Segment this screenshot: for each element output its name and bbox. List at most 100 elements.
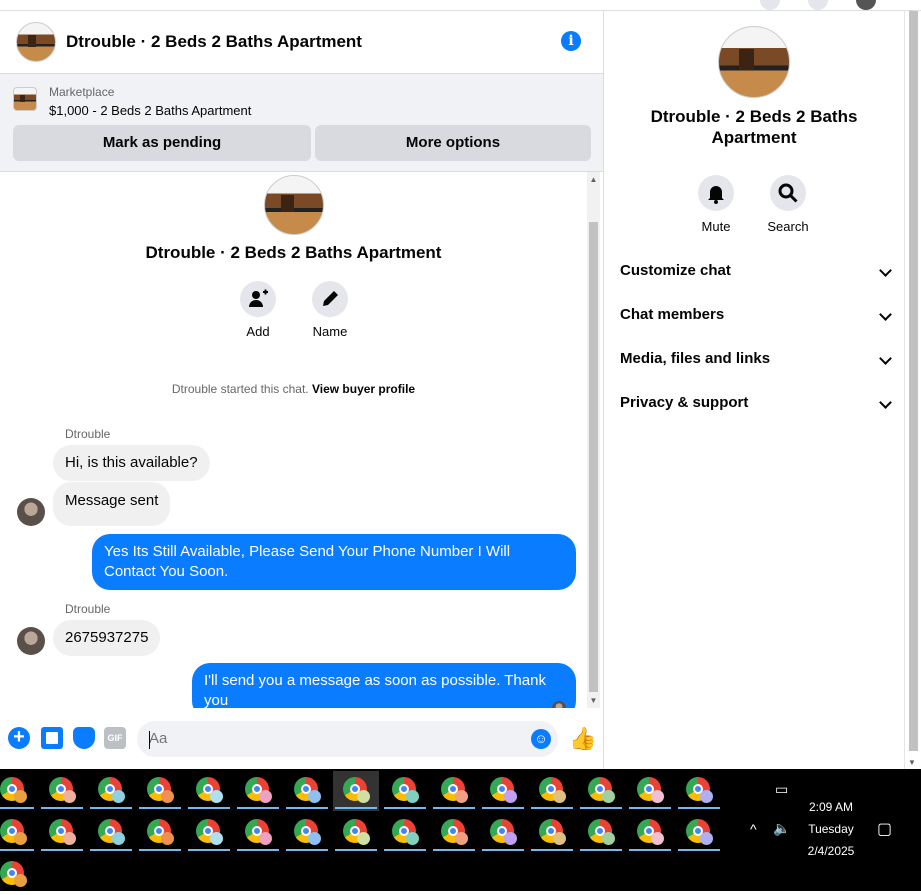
profile-icon[interactable] bbox=[856, 0, 876, 10]
message-bubble[interactable]: I'll send you a message as soon as possi… bbox=[192, 663, 576, 708]
profile-badge-icon bbox=[455, 832, 468, 845]
mark-as-pending-button[interactable]: Mark as pending bbox=[13, 125, 311, 161]
scroll-down-icon[interactable]: ▼ bbox=[589, 696, 598, 705]
chrome-taskbar-icon[interactable] bbox=[186, 813, 232, 853]
chrome-taskbar-icon[interactable] bbox=[39, 813, 85, 853]
view-buyer-profile-link[interactable]: View buyer profile bbox=[312, 382, 415, 396]
details-title: Dtrouble · 2 Beds 2 Baths Apartment bbox=[650, 107, 858, 147]
chrome-taskbar-icon[interactable] bbox=[627, 771, 673, 811]
chrome-taskbar-icon[interactable] bbox=[431, 771, 477, 811]
menu-customize-chat[interactable]: Customize chat bbox=[620, 262, 892, 284]
chrome-taskbar-icon[interactable] bbox=[333, 771, 379, 811]
add-people-button[interactable]: Add bbox=[228, 281, 288, 339]
listing-thumbnail[interactable] bbox=[13, 87, 37, 111]
running-indicator bbox=[237, 807, 279, 809]
chrome-taskbar-icon[interactable] bbox=[137, 813, 183, 853]
message-bubble[interactable]: 2675937275 bbox=[53, 620, 161, 656]
chrome-taskbar-icon[interactable] bbox=[88, 813, 134, 853]
scroll-down-icon[interactable]: ▼ bbox=[908, 758, 916, 767]
clock-time[interactable]: 2:09 AM bbox=[796, 800, 866, 814]
chrome-taskbar-icon[interactable] bbox=[284, 771, 330, 811]
top-avatar-icon[interactable] bbox=[808, 0, 828, 10]
chrome-taskbar-icon[interactable] bbox=[529, 771, 575, 811]
plus-icon[interactable]: + bbox=[8, 727, 30, 749]
notification-icon[interactable]: ▢ bbox=[877, 819, 892, 839]
info-icon[interactable]: i bbox=[561, 31, 581, 51]
menu-label: Chat members bbox=[620, 306, 725, 323]
chrome-taskbar-icon[interactable] bbox=[578, 771, 624, 811]
chrome-taskbar-icon[interactable] bbox=[382, 813, 428, 853]
running-indicator bbox=[90, 849, 132, 851]
clock-date[interactable]: 2/4/2025 bbox=[796, 844, 866, 858]
chrome-taskbar-icon[interactable] bbox=[235, 771, 281, 811]
message-input[interactable] bbox=[137, 721, 558, 757]
listing-avatar[interactable] bbox=[16, 22, 56, 62]
sender-avatar[interactable] bbox=[17, 498, 45, 526]
chrome-taskbar-icon[interactable] bbox=[235, 813, 281, 853]
menu-label: Privacy & support bbox=[620, 394, 749, 411]
thumbs-up-icon[interactable]: 👍 bbox=[569, 726, 596, 752]
chat-title[interactable]: Dtrouble · 2 Beds 2 Baths Apartment bbox=[66, 32, 362, 52]
chrome-taskbar-icon[interactable] bbox=[529, 813, 575, 853]
menu-media-files-links[interactable]: Media, files and links bbox=[620, 350, 892, 372]
search-button[interactable]: Search bbox=[758, 175, 818, 234]
running-indicator bbox=[0, 807, 34, 809]
chrome-taskbar-icon[interactable] bbox=[431, 813, 477, 853]
chrome-taskbar-icon[interactable] bbox=[676, 813, 722, 853]
emoji-icon[interactable]: ☺ bbox=[531, 729, 551, 749]
chrome-taskbar-icon[interactable] bbox=[382, 771, 428, 811]
profile-badge-icon bbox=[455, 790, 468, 803]
chrome-taskbar-icon[interactable] bbox=[186, 771, 232, 811]
running-indicator bbox=[433, 807, 475, 809]
mute-button[interactable]: Mute bbox=[686, 175, 746, 234]
chevron-up-icon[interactable]: ^ bbox=[750, 821, 757, 837]
scroll-thumb[interactable] bbox=[589, 222, 598, 692]
message-scrollbar[interactable]: ▲ ▼ bbox=[587, 172, 600, 708]
profile-badge-icon bbox=[602, 832, 615, 845]
chrome-taskbar-icon[interactable] bbox=[480, 813, 526, 853]
menu-chat-members[interactable]: Chat members bbox=[620, 306, 892, 328]
chrome-taskbar-icon[interactable] bbox=[0, 855, 36, 895]
running-indicator bbox=[433, 849, 475, 851]
chrome-taskbar-icon[interactable] bbox=[39, 771, 85, 811]
chrome-taskbar-icon[interactable] bbox=[0, 771, 36, 811]
chat-started-notice: Dtrouble started this chat. View buyer p… bbox=[0, 382, 587, 396]
message-bubble[interactable]: Yes Its Still Available, Please Send You… bbox=[92, 534, 576, 590]
listing-summary[interactable]: $1,000 - 2 Beds 2 Baths Apartment bbox=[49, 103, 251, 118]
volume-icon[interactable]: 🔈 bbox=[773, 820, 790, 837]
network-icon[interactable]: ▭ bbox=[775, 781, 788, 798]
chrome-taskbar-icon[interactable] bbox=[480, 771, 526, 811]
profile-badge-icon bbox=[602, 790, 615, 803]
photo-icon[interactable] bbox=[41, 727, 63, 749]
page-scrollbar[interactable]: ▼ bbox=[904, 11, 921, 769]
profile-badge-icon bbox=[357, 790, 370, 803]
gif-icon[interactable]: GIF bbox=[104, 727, 126, 749]
running-indicator bbox=[335, 849, 377, 851]
top-avatar-icon[interactable] bbox=[760, 0, 780, 10]
sticker-icon[interactable] bbox=[73, 727, 95, 749]
page-scroll-thumb[interactable] bbox=[909, 11, 918, 751]
clock-day[interactable]: Tuesday bbox=[796, 822, 866, 836]
add-person-icon bbox=[240, 281, 276, 317]
sender-avatar[interactable] bbox=[17, 627, 45, 655]
name-chat-button[interactable]: Name bbox=[300, 281, 360, 339]
chrome-taskbar-icon[interactable] bbox=[627, 813, 673, 853]
profile-badge-icon bbox=[14, 874, 27, 887]
details-avatar[interactable] bbox=[718, 26, 790, 98]
marketplace-label: Marketplace bbox=[49, 85, 115, 99]
menu-privacy-support[interactable]: Privacy & support bbox=[620, 394, 892, 416]
chrome-taskbar-icon[interactable] bbox=[676, 771, 722, 811]
chrome-taskbar-icon[interactable] bbox=[88, 771, 134, 811]
more-options-button[interactable]: More options bbox=[315, 125, 591, 161]
chrome-taskbar-icon[interactable] bbox=[578, 813, 624, 853]
chrome-taskbar-icon[interactable] bbox=[137, 771, 183, 811]
chrome-taskbar-icon[interactable] bbox=[284, 813, 330, 853]
message-bubble[interactable]: Message sent bbox=[53, 482, 171, 526]
profile-badge-icon bbox=[112, 790, 125, 803]
chrome-taskbar-icon[interactable] bbox=[0, 813, 36, 853]
menu-label: Customize chat bbox=[620, 262, 731, 279]
scroll-up-icon[interactable]: ▲ bbox=[589, 175, 598, 184]
profile-badge-icon bbox=[308, 832, 321, 845]
message-bubble[interactable]: Hi, is this available? bbox=[53, 445, 210, 481]
chrome-taskbar-icon[interactable] bbox=[333, 813, 379, 853]
